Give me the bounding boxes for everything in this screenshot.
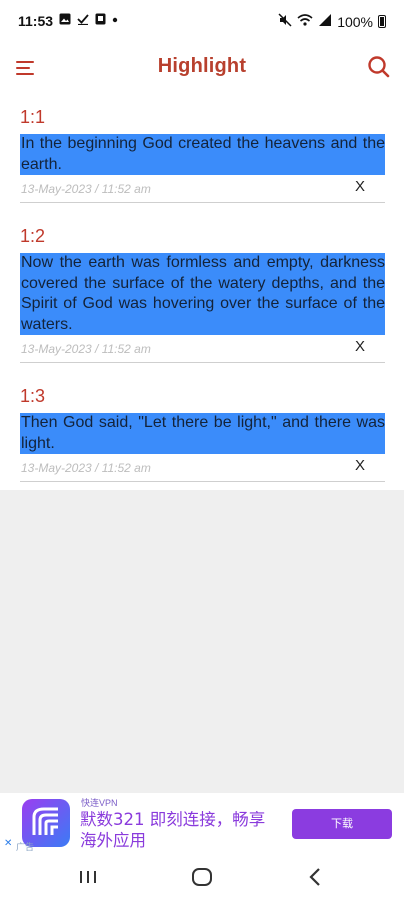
timestamp: 13-May-2023 / 11:52 am (21, 342, 151, 357)
timestamp: 13-May-2023 / 11:52 am (21, 182, 151, 197)
highlight-list: 1:1 In the beginning God created the hea… (0, 92, 404, 490)
page-title: Highlight (157, 55, 247, 77)
image-icon (59, 13, 71, 29)
dot-icon (112, 13, 118, 29)
check-icon (77, 13, 89, 29)
verse-reference: 1:3 (20, 386, 46, 406)
mute-icon (278, 13, 292, 30)
delete-button[interactable]: X (355, 178, 365, 195)
ad-text: 默数321 即刻连接，畅享海外应用 (80, 810, 266, 850)
status-bar: 11:53 100% (0, 0, 404, 44)
battery-icon (378, 15, 386, 28)
highlight-item[interactable]: 1:3 Then God said, "Let there be light,"… (20, 385, 385, 483)
ad-download-button[interactable]: 下载 (292, 809, 392, 839)
ad-close-icon[interactable]: ✕ (4, 838, 12, 849)
highlight-item[interactable]: 1:1 In the beginning God created the hea… (20, 106, 385, 204)
delete-button[interactable]: X (355, 457, 365, 474)
highlight-item[interactable]: 1:2 Now the earth was formless and empty… (20, 225, 385, 364)
meta-row: 13-May-2023 / 11:52 am X (20, 335, 385, 364)
home-icon[interactable] (182, 863, 222, 891)
search-icon[interactable] (366, 54, 392, 80)
recents-icon[interactable] (68, 863, 108, 891)
ad-label: 广告 (16, 842, 35, 852)
system-nav-bar (0, 853, 404, 900)
back-icon[interactable] (296, 863, 336, 891)
ad-brand: 快连VPN (81, 798, 118, 808)
verse-reference: 1:2 (20, 226, 46, 246)
meta-row: 13-May-2023 / 11:52 am X (20, 454, 385, 483)
app-bar: Highlight (0, 44, 404, 92)
verse-text: In the beginning God created the heavens… (20, 134, 385, 176)
status-time: 11:53 (18, 13, 54, 29)
verse-reference: 1:1 (20, 107, 46, 127)
ad-banner[interactable]: 快连VPN 默数321 即刻连接，畅享海外应用 下载 ✕ 广告 (0, 793, 404, 853)
meta-row: 13-May-2023 / 11:52 am X (20, 175, 385, 204)
timestamp: 13-May-2023 / 11:52 am (21, 461, 151, 476)
verse-text: Now the earth was formless and empty, da… (20, 253, 385, 336)
signal-icon (318, 13, 332, 30)
delete-button[interactable]: X (355, 338, 365, 355)
verse-text: Then God said, "Let there be light," and… (20, 413, 385, 455)
wifi-icon (297, 13, 313, 30)
battery-percent: 100% (337, 13, 373, 30)
notification-icon (95, 13, 106, 29)
